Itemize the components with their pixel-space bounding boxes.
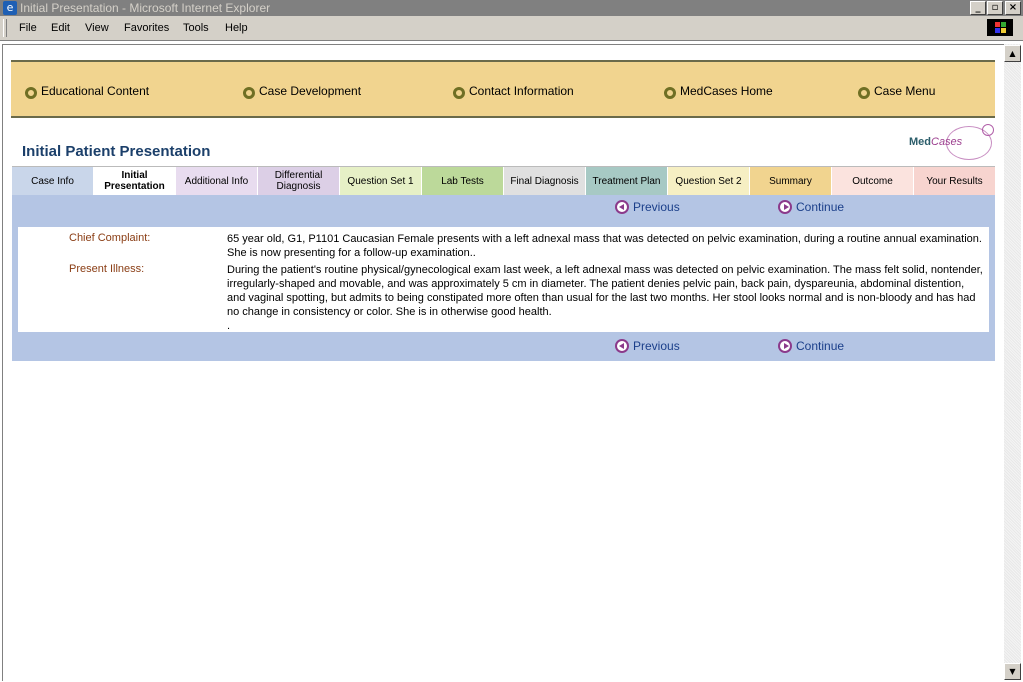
nav-case-development[interactable]: Case Development xyxy=(243,84,361,99)
section-tabs: Case Info Initial Presentation Additiona… xyxy=(12,166,995,196)
logo-med: Med xyxy=(909,136,931,148)
continue-link-top[interactable]: Continue xyxy=(778,200,844,214)
nav-medcases-home[interactable]: MedCases Home xyxy=(664,84,773,99)
tab-final-diagnosis[interactable]: Final Diagnosis xyxy=(504,167,585,195)
tab-differential-diagnosis[interactable]: Differential Diagnosis xyxy=(258,167,339,195)
previous-label: Previous xyxy=(633,339,680,353)
tab-additional-info[interactable]: Additional Info xyxy=(176,167,257,195)
nav-case-menu[interactable]: Case Menu xyxy=(858,84,935,99)
menu-help[interactable]: Help xyxy=(225,22,248,34)
continue-label: Continue xyxy=(796,339,845,353)
tab-label: Lab Tests xyxy=(441,175,484,187)
page-title: Initial Patient Presentation xyxy=(22,143,211,160)
tab-outcome[interactable]: Outcome xyxy=(832,167,913,195)
navigation-band-bottom: Previous Continue xyxy=(12,334,995,361)
menu-edit[interactable]: Edit xyxy=(51,22,70,34)
case-content-panel: Chief Complaint: 65 year old, G1, P1101 … xyxy=(18,227,989,332)
bullet-icon xyxy=(453,87,465,99)
medcases-logo: MedCases xyxy=(906,124,996,162)
case-content: Chief Complaint: 65 year old, G1, P1101 … xyxy=(12,222,995,334)
close-button[interactable]: × xyxy=(1005,1,1021,15)
continue-arrow-icon xyxy=(778,339,792,353)
tab-lab-tests[interactable]: Lab Tests xyxy=(422,167,503,195)
nav-educational-content[interactable]: Educational Content xyxy=(25,84,149,99)
nav-contact-information[interactable]: Contact Information xyxy=(453,84,574,99)
minimize-button[interactable]: _ xyxy=(970,1,986,15)
continue-label: Continue xyxy=(796,200,845,214)
menu-tools[interactable]: Tools xyxy=(183,22,209,34)
nav-label: Case Menu xyxy=(874,84,936,98)
tab-question-set-1[interactable]: Question Set 1 xyxy=(340,167,421,195)
windows-logo-icon xyxy=(987,19,1013,36)
scroll-down-icon[interactable]: ▼ xyxy=(1004,663,1021,680)
menu-view[interactable]: View xyxy=(85,22,109,34)
toolbar-grip[interactable] xyxy=(3,19,7,37)
present-illness-text: During the patient's routine physical/gy… xyxy=(227,264,983,318)
window-title-bar: e Initial Presentation - Microsoft Inter… xyxy=(0,0,1023,16)
bullet-icon xyxy=(25,87,37,99)
tab-label: Initial Presentation xyxy=(104,170,165,192)
navigation-band-top: Previous Continue xyxy=(12,195,995,222)
previous-arrow-icon xyxy=(615,200,629,214)
tab-label: Case Info xyxy=(31,175,74,187)
tab-label: Outcome xyxy=(852,175,893,187)
tab-case-info[interactable]: Case Info xyxy=(12,167,93,195)
tab-question-set-2[interactable]: Question Set 2 xyxy=(668,167,749,195)
top-navigation: Educational Content Case Development Con… xyxy=(11,60,995,118)
tab-summary[interactable]: Summary xyxy=(750,167,831,195)
nav-label: Contact Information xyxy=(469,84,574,98)
previous-arrow-icon xyxy=(615,339,629,353)
maximize-button[interactable]: ▫ xyxy=(987,1,1003,15)
tab-label: Your Results xyxy=(926,175,983,187)
tab-label: Question Set 2 xyxy=(675,175,742,187)
tab-your-results[interactable]: Your Results xyxy=(914,167,995,195)
tab-label: Treatment Plan xyxy=(592,175,661,187)
tab-label: Additional Info xyxy=(184,175,249,187)
nav-label: MedCases Home xyxy=(680,84,773,98)
menu-bar: File Edit View Favorites Tools Help xyxy=(0,16,1023,41)
tab-label: Question Set 1 xyxy=(347,175,414,187)
present-illness-label: Present Illness: xyxy=(69,263,145,275)
tab-label: Final Diagnosis xyxy=(510,175,579,187)
window-title: Initial Presentation - Microsoft Interne… xyxy=(20,1,271,15)
vertical-scrollbar[interactable]: ▲ ▼ xyxy=(1004,44,1021,680)
menu-favorites[interactable]: Favorites xyxy=(124,22,169,34)
bullet-icon xyxy=(858,87,870,99)
previous-link-bottom[interactable]: Previous xyxy=(615,339,680,353)
nav-label: Case Development xyxy=(259,84,362,98)
previous-link-top[interactable]: Previous xyxy=(615,200,680,214)
logo-small-ring-icon xyxy=(982,124,994,136)
previous-label: Previous xyxy=(633,200,680,214)
logo-text: MedCases xyxy=(909,136,962,148)
scroll-up-icon[interactable]: ▲ xyxy=(1004,45,1021,62)
browser-viewport xyxy=(2,44,1005,681)
nav-label: Educational Content xyxy=(41,84,150,98)
tab-initial-presentation[interactable]: Initial Presentation xyxy=(94,167,175,195)
tab-label: Differential Diagnosis xyxy=(274,170,323,192)
bullet-icon xyxy=(243,87,255,99)
tab-label: Summary xyxy=(769,175,812,187)
continue-arrow-icon xyxy=(778,200,792,214)
ie-icon: e xyxy=(3,1,17,15)
menu-file[interactable]: File xyxy=(19,22,37,34)
trailing-text: . xyxy=(227,320,231,332)
logo-cases: Cases xyxy=(931,136,963,148)
bullet-icon xyxy=(664,87,676,99)
tab-treatment-plan[interactable]: Treatment Plan xyxy=(586,167,667,195)
continue-link-bottom[interactable]: Continue xyxy=(778,339,844,353)
chief-complaint-label: Chief Complaint: xyxy=(69,232,151,244)
chief-complaint-text: 65 year old, G1, P1101 Caucasian Female … xyxy=(227,233,982,259)
